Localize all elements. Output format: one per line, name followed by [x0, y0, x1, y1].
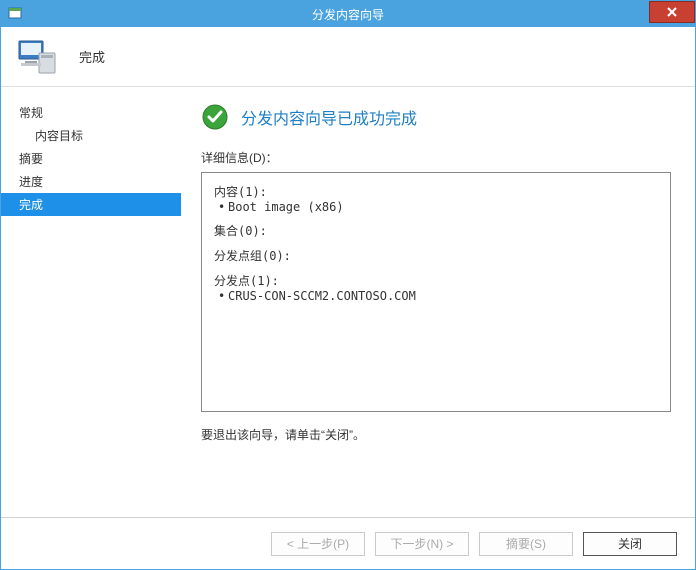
sidebar-item-general[interactable]: 常规 [1, 101, 181, 124]
detail-collection-label: 集合(0): [214, 222, 658, 239]
detail-dpgroup-label: 分发点组(0): [214, 247, 658, 264]
sidebar-item-content-target[interactable]: 内容目标 [1, 124, 181, 147]
prev-button: < 上一步(P) [271, 532, 365, 556]
wizard-step-title: 完成 [79, 47, 105, 66]
detail-dp-label: 分发点(1): [214, 272, 658, 289]
computer-icon [15, 35, 59, 79]
title-bar: 分发内容向导 [1, 1, 695, 27]
exit-hint: 要退出该向导，请单击“关闭”。 [201, 426, 671, 443]
details-box[interactable]: 内容(1): Boot image (x86) 集合(0): 分发点组(0): … [201, 172, 671, 412]
window-title: 分发内容向导 [312, 6, 384, 23]
wizard-footer: < 上一步(P) 下一步(N) > 摘要(S) 关闭 [1, 517, 695, 569]
close-button[interactable]: 关闭 [583, 532, 677, 556]
success-title: 分发内容向导已成功完成 [241, 105, 417, 129]
wizard-header: 完成 [1, 27, 695, 87]
summary-button: 摘要(S) [479, 532, 573, 556]
window-close-button[interactable] [649, 1, 695, 23]
wizard-body: 常规 内容目标 摘要 进度 完成 分发内容向导已成功完成 详细信息(D)： 内容… [1, 87, 695, 517]
app-icon [7, 6, 23, 22]
sidebar-item-completion[interactable]: 完成 [1, 193, 181, 216]
detail-content-label: 内容(1): [214, 183, 658, 200]
success-header: 分发内容向导已成功完成 [201, 103, 671, 131]
details-label: 详细信息(D)： [201, 149, 671, 166]
detail-dp-item: CRUS-CON-SCCM2.CONTOSO.COM [214, 289, 658, 303]
content-pane: 分发内容向导已成功完成 详细信息(D)： 内容(1): Boot image (… [181, 87, 695, 517]
next-button: 下一步(N) > [375, 532, 469, 556]
sidebar: 常规 内容目标 摘要 进度 完成 [1, 87, 181, 517]
success-check-icon [201, 103, 229, 131]
sidebar-item-progress[interactable]: 进度 [1, 170, 181, 193]
sidebar-item-summary[interactable]: 摘要 [1, 147, 181, 170]
close-icon [666, 6, 678, 18]
detail-content-item: Boot image (x86) [214, 200, 658, 214]
